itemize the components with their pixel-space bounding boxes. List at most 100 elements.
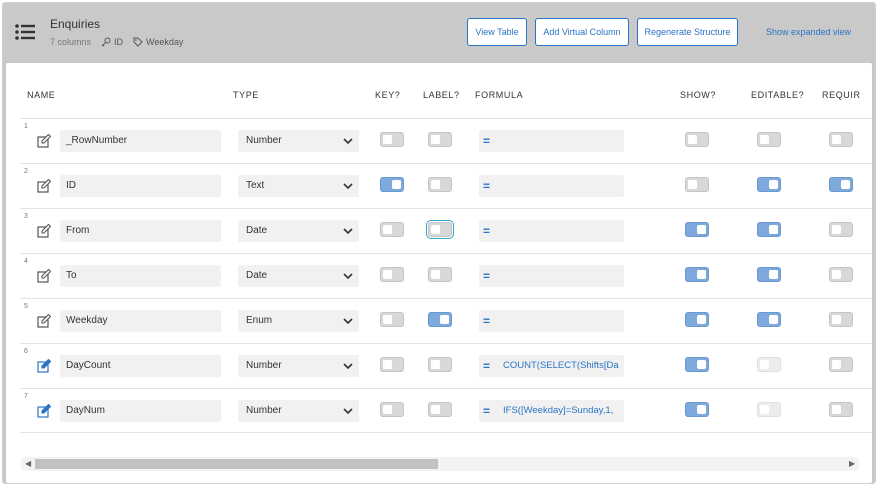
toggle-knob	[832, 360, 841, 369]
col-header-key: KEY?	[375, 90, 401, 100]
list-icon[interactable]	[15, 24, 35, 40]
column-type-select[interactable]: Date	[238, 265, 359, 287]
toggle-knob	[383, 135, 392, 144]
column-type-value: Number	[246, 135, 282, 146]
editable-toggle[interactable]	[757, 177, 781, 192]
required-toggle[interactable]	[829, 222, 853, 237]
toggle-knob	[832, 135, 841, 144]
col-header-name: NAME	[27, 90, 56, 100]
toggle-knob	[832, 315, 841, 324]
formula-field[interactable]: =	[479, 220, 624, 242]
show-toggle[interactable]	[685, 267, 709, 282]
editable-toggle[interactable]	[757, 312, 781, 327]
formula-field[interactable]: =	[479, 265, 624, 287]
regenerate-structure-button[interactable]: Regenerate Structure	[637, 18, 738, 46]
scrollbar-thumb[interactable]	[35, 459, 438, 469]
show-toggle[interactable]	[685, 357, 709, 372]
edit-icon[interactable]	[37, 314, 51, 328]
add-virtual-column-button[interactable]: Add Virtual Column	[535, 18, 629, 46]
toggle-knob	[697, 315, 706, 324]
formula-field[interactable]: =	[479, 175, 624, 197]
editable-toggle[interactable]	[757, 132, 781, 147]
show-toggle[interactable]	[685, 222, 709, 237]
column-type-select[interactable]: Number	[238, 355, 359, 377]
formula-field[interactable]: = IFS([Weekday]=Sunday,1,	[479, 400, 624, 422]
label-toggle[interactable]	[428, 357, 452, 372]
column-name-field[interactable]: DayCount	[60, 355, 221, 377]
column-name-field[interactable]: Weekday	[60, 310, 221, 332]
column-type-select[interactable]: Date	[238, 220, 359, 242]
chevron-down-icon	[343, 273, 353, 280]
formula-field[interactable]: = COUNT(SELECT(Shifts[Da	[479, 355, 624, 377]
required-toggle[interactable]	[829, 312, 853, 327]
toggle-knob	[383, 270, 392, 279]
toggle-knob	[841, 180, 850, 189]
key-toggle[interactable]	[380, 132, 404, 147]
editable-toggle[interactable]	[757, 222, 781, 237]
edit-icon[interactable]	[37, 179, 51, 193]
label-toggle[interactable]	[428, 222, 452, 237]
required-toggle[interactable]	[829, 132, 853, 147]
key-toggle[interactable]	[380, 402, 404, 417]
label-toggle[interactable]	[428, 267, 452, 282]
edit-icon[interactable]	[37, 269, 51, 283]
label-toggle[interactable]	[428, 132, 452, 147]
toggle-knob	[431, 135, 440, 144]
key-toggle[interactable]	[380, 357, 404, 372]
editable-toggle[interactable]	[757, 402, 781, 417]
column-name-field[interactable]: ID	[60, 175, 221, 197]
label-toggle[interactable]	[428, 402, 452, 417]
row-number: 1	[24, 123, 28, 130]
view-table-button[interactable]: View Table	[467, 18, 527, 46]
edit-icon[interactable]	[37, 359, 51, 373]
editable-toggle[interactable]	[757, 357, 781, 372]
required-toggle[interactable]	[829, 357, 853, 372]
toggle-knob	[431, 405, 440, 414]
table-row: 6 DayCount Number = COUNT(SELECT(Shifts[Da	[20, 343, 872, 388]
editable-toggle[interactable]	[757, 267, 781, 282]
show-toggle[interactable]	[685, 132, 709, 147]
toggle-knob	[769, 315, 778, 324]
table-editor-panel: Enquiries 7 columns ID Weekday View Tabl…	[2, 2, 876, 484]
toggle-knob	[769, 180, 778, 189]
required-toggle[interactable]	[829, 267, 853, 282]
required-toggle[interactable]	[829, 177, 853, 192]
column-type-select[interactable]: Enum	[238, 310, 359, 332]
horizontal-scrollbar[interactable]: ◀ ▶	[21, 457, 859, 471]
edit-icon[interactable]	[37, 404, 51, 418]
label-toggle[interactable]	[428, 312, 452, 327]
show-toggle[interactable]	[685, 312, 709, 327]
column-name-field[interactable]: From	[60, 220, 221, 242]
scroll-right-icon[interactable]: ▶	[849, 460, 857, 468]
formula-field[interactable]: =	[479, 310, 624, 332]
required-toggle[interactable]	[829, 402, 853, 417]
edit-icon[interactable]	[37, 134, 51, 148]
show-toggle[interactable]	[685, 177, 709, 192]
column-type-value: Date	[246, 270, 268, 281]
show-toggle[interactable]	[685, 402, 709, 417]
toggle-knob	[760, 360, 769, 369]
show-expanded-view-link[interactable]: Show expanded view	[766, 27, 851, 37]
column-type-select[interactable]: Number	[238, 130, 359, 152]
key-toggle[interactable]	[380, 222, 404, 237]
formula-field[interactable]: =	[479, 130, 624, 152]
chevron-down-icon	[343, 318, 353, 325]
key-toggle[interactable]	[380, 312, 404, 327]
key-icon	[101, 37, 111, 47]
column-name-field[interactable]: To	[60, 265, 221, 287]
column-type-select[interactable]: Number	[238, 400, 359, 422]
columns-count: 7 columns	[50, 37, 92, 47]
column-name-field[interactable]: _RowNumber	[60, 130, 221, 152]
column-type-select[interactable]: Text	[238, 175, 359, 197]
edit-icon[interactable]	[37, 224, 51, 238]
key-toggle[interactable]	[380, 267, 404, 282]
toggle-knob	[383, 360, 392, 369]
key-toggle[interactable]	[380, 177, 404, 192]
table-title: Enquiries	[50, 17, 101, 31]
key-column-name: ID	[114, 37, 124, 47]
panel-header: Enquiries 7 columns ID Weekday View Tabl…	[3, 3, 875, 63]
scroll-left-icon[interactable]: ◀	[25, 460, 33, 468]
label-toggle[interactable]	[428, 177, 452, 192]
column-name-field[interactable]: DayNum	[60, 400, 221, 422]
toggle-knob	[769, 225, 778, 234]
